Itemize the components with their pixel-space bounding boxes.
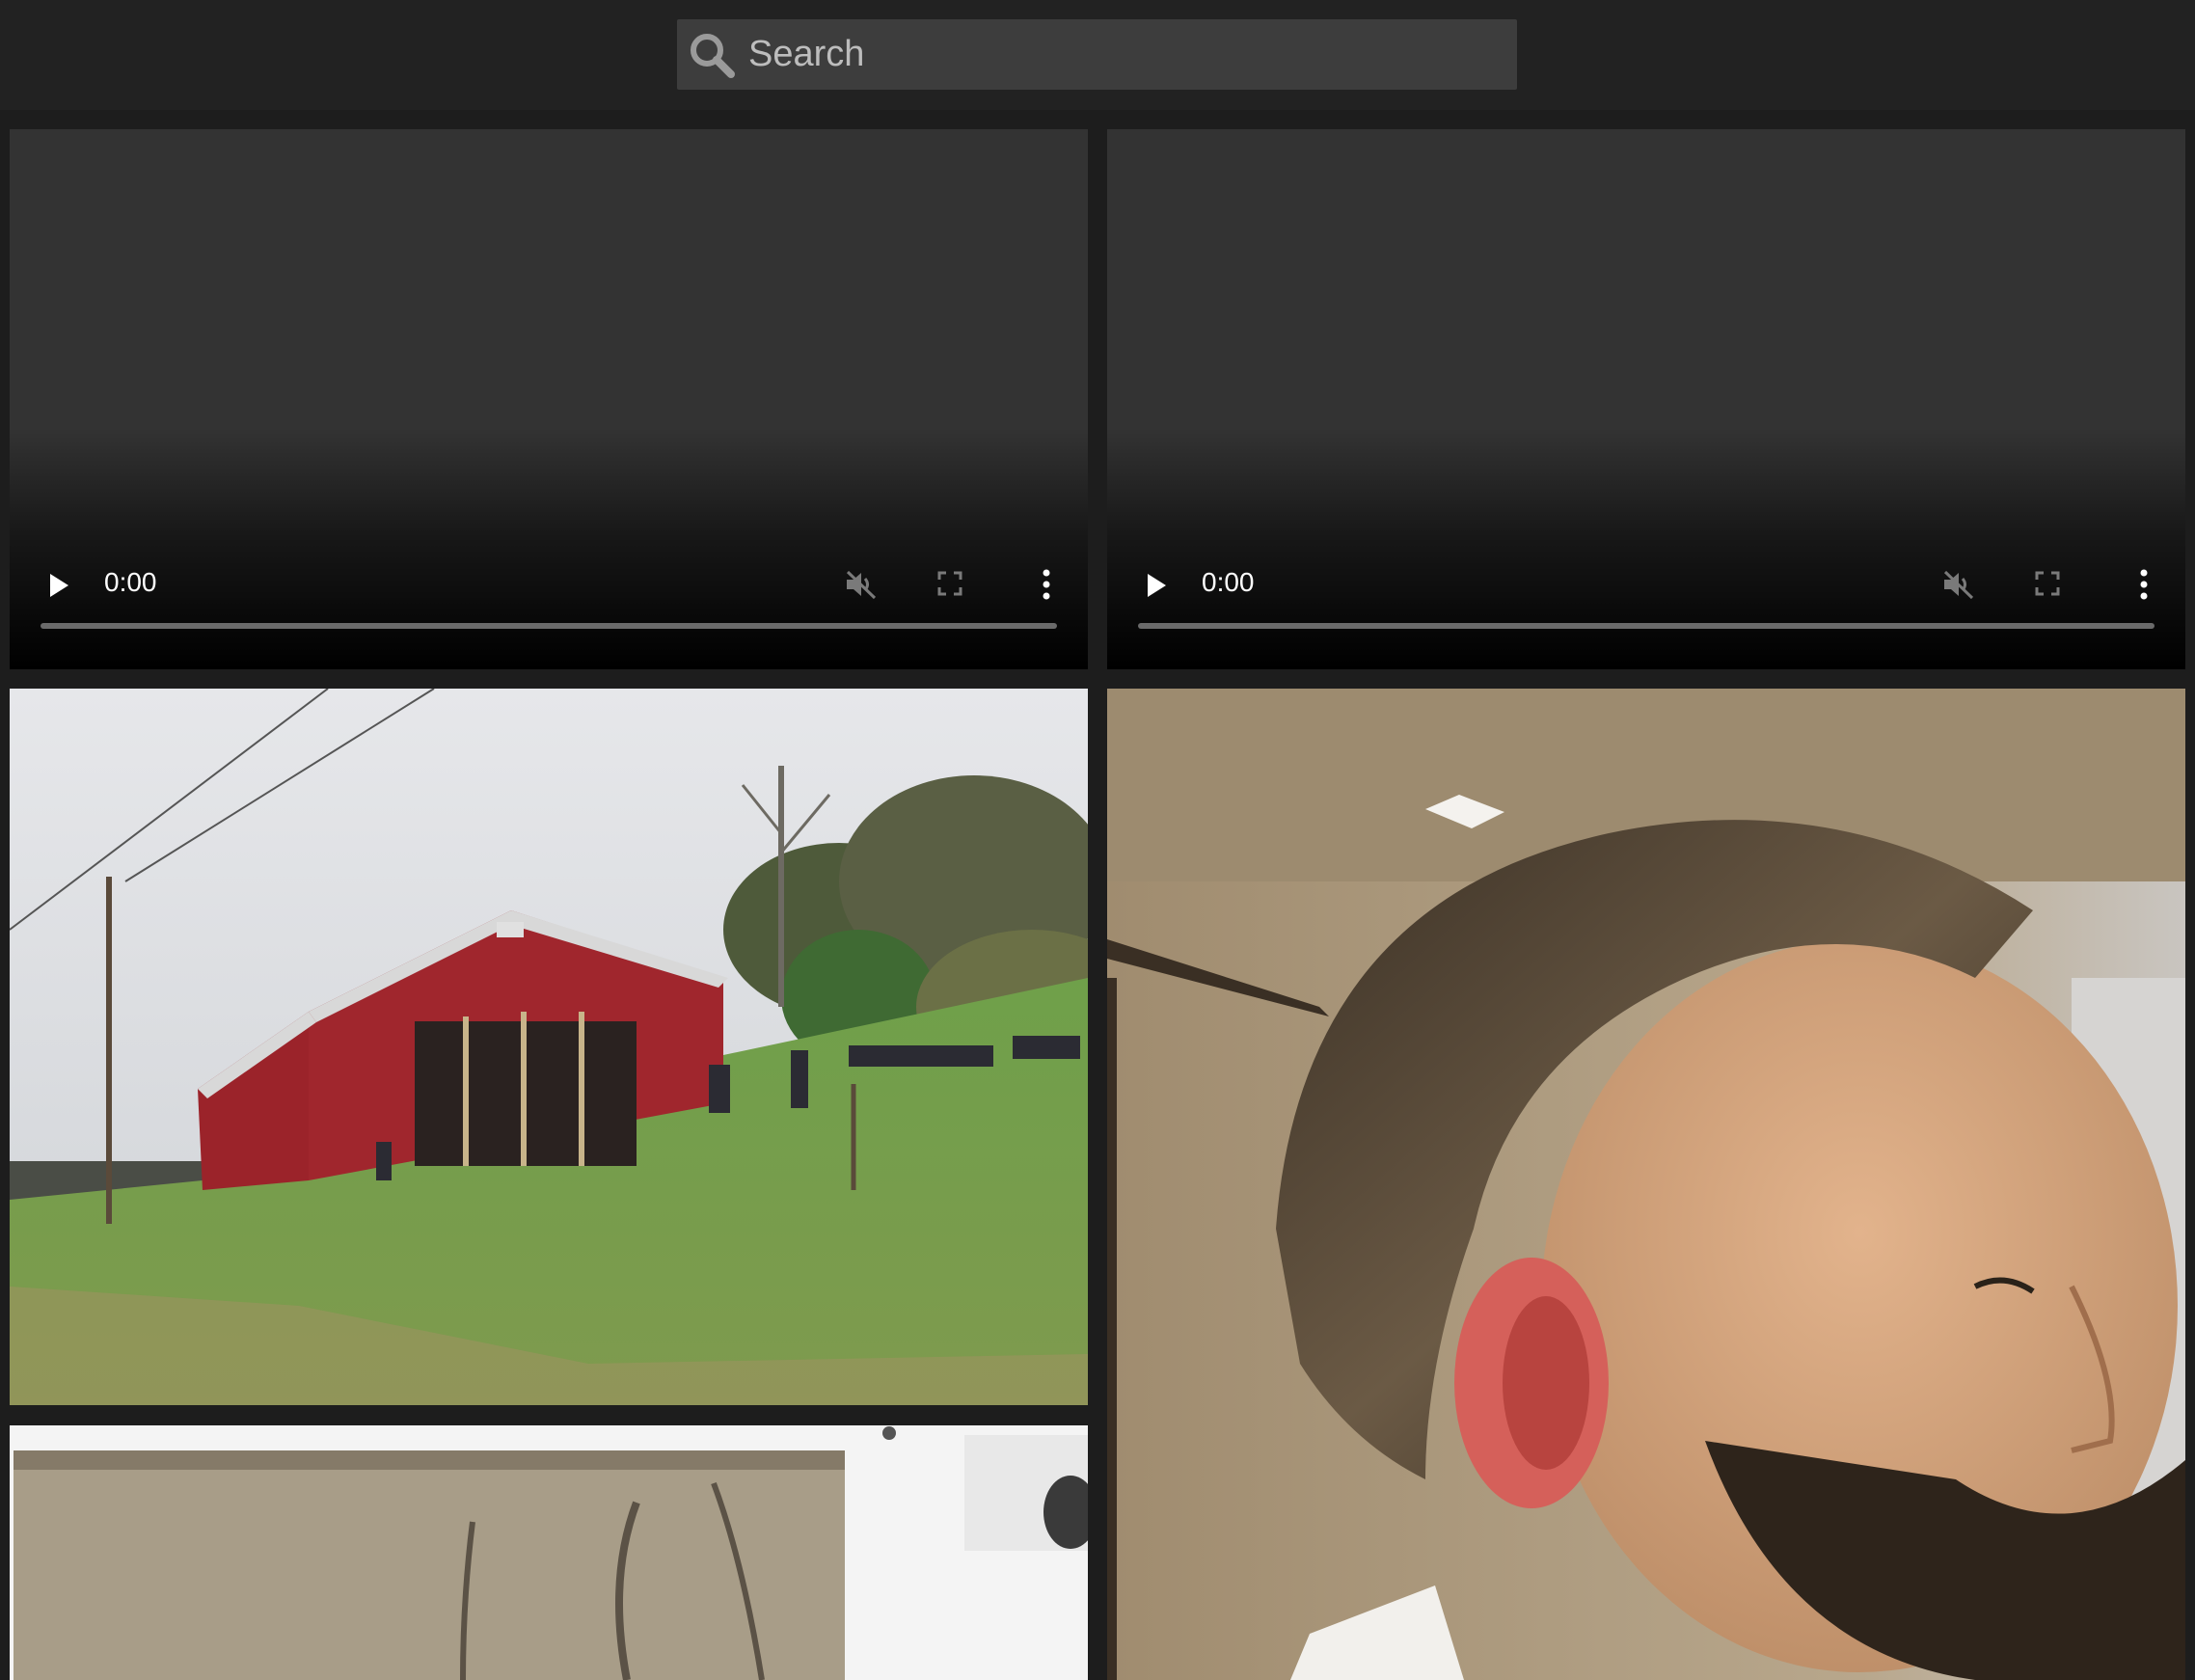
play-icon[interactable] bbox=[1146, 573, 1167, 598]
video-controls: 0:00 bbox=[10, 554, 1088, 617]
video-gradient bbox=[1107, 428, 2185, 669]
fullscreen-icon[interactable] bbox=[2035, 571, 2060, 596]
more-options-icon[interactable] bbox=[1042, 569, 1051, 600]
video-player-2[interactable]: 0:00 bbox=[1107, 129, 2185, 669]
barn-field-image bbox=[10, 689, 1088, 1405]
cracked-wall-image bbox=[10, 1425, 1088, 1680]
video-time: 0:00 bbox=[1202, 567, 1255, 597]
search-icon bbox=[691, 33, 735, 78]
muted-speaker-icon[interactable] bbox=[845, 569, 878, 600]
more-options-icon[interactable] bbox=[2139, 569, 2149, 600]
play-icon[interactable] bbox=[48, 573, 69, 598]
gif-tile-portrait[interactable] bbox=[1107, 689, 2185, 1680]
gif-tile-texture[interactable] bbox=[10, 1425, 1088, 1680]
video-progress-bar[interactable] bbox=[41, 623, 1057, 629]
video-controls: 0:00 bbox=[1107, 554, 2185, 617]
video-time: 0:00 bbox=[104, 567, 157, 597]
fullscreen-icon[interactable] bbox=[937, 571, 962, 596]
video-player-1[interactable]: 0:00 bbox=[10, 129, 1088, 669]
video-progress-bar[interactable] bbox=[1138, 623, 2154, 629]
search-input[interactable] bbox=[746, 33, 1483, 76]
top-bar bbox=[0, 0, 2195, 110]
muted-speaker-icon[interactable] bbox=[1942, 569, 1975, 600]
search-bar[interactable] bbox=[677, 19, 1517, 90]
man-portrait-image bbox=[1107, 689, 2185, 1680]
gif-tile-barn[interactable] bbox=[10, 689, 1088, 1405]
video-gradient bbox=[10, 428, 1088, 669]
